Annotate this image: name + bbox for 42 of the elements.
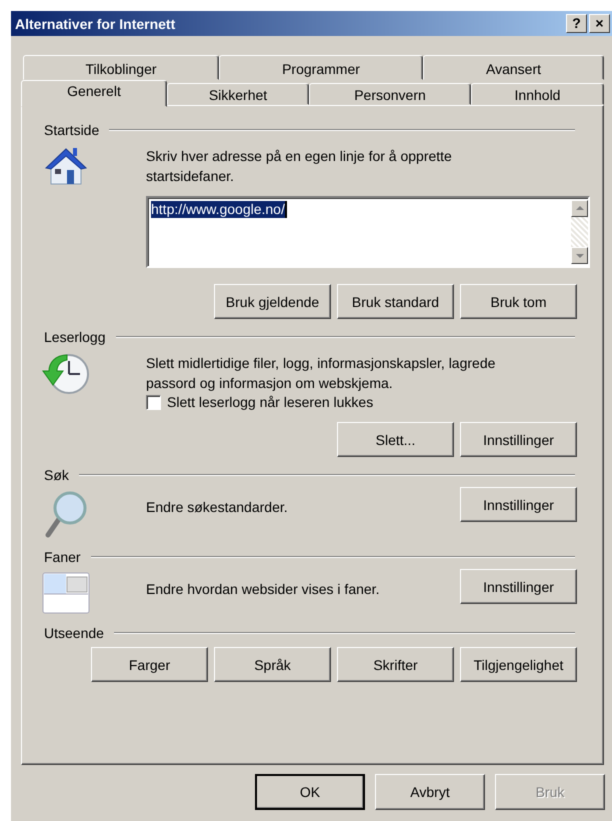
checkbox-label: Slett leserlogg når leseren lukkes: [167, 394, 374, 410]
section-title: Leserlogg: [44, 329, 106, 345]
tab[interactable]: Programmer: [219, 55, 423, 80]
tab[interactable]: Avansert: [423, 55, 604, 80]
button[interactable]: Skrifter: [337, 647, 454, 682]
section-title: Startside: [44, 122, 100, 138]
button[interactable]: Språk: [214, 647, 331, 682]
description: Slett midlertidige filer, logg, informasjonskapsler, lagrede passord og informasjon om webskjema.: [146, 354, 496, 393]
button[interactable]: Farger: [91, 647, 208, 682]
address-field[interactable]: http://www.google.no/: [146, 196, 590, 268]
tab[interactable]: Generelt: [21, 80, 167, 107]
button[interactable]: Innstillinger: [460, 422, 577, 457]
checkbox[interactable]: [146, 394, 161, 410]
description: Skriv hver adresse på en egen linje for å opprette startsidefaner.: [146, 147, 453, 186]
button[interactable]: Tilgjengelighet: [460, 647, 577, 682]
button[interactable]: Innstillinger: [460, 569, 577, 604]
scroll-down-button[interactable]: [571, 247, 588, 264]
description: Endre søkestandarder.: [146, 498, 289, 517]
magnifier-icon: [43, 489, 89, 539]
tab-window-icon: [41, 571, 91, 615]
scrollbar[interactable]: [571, 200, 588, 264]
tab[interactable]: Innhold: [471, 83, 604, 105]
button[interactable]: Bruk gjeldende: [214, 284, 331, 319]
tab[interactable]: Sikkerhet: [167, 83, 309, 105]
tab[interactable]: Tilkoblinger: [23, 55, 219, 80]
help-button[interactable]: ?: [566, 14, 587, 33]
clock-icon: [41, 351, 91, 397]
field-text: http://www.google.no/: [151, 201, 285, 218]
button[interactable]: Slett...: [337, 422, 454, 457]
button[interactable]: Avbryt: [375, 774, 485, 810]
window-title: Alternativer for Internett: [15, 16, 176, 32]
scroll-up-button[interactable]: [571, 200, 588, 217]
button[interactable]: Innstillinger: [460, 487, 577, 522]
section-title: Faner: [44, 549, 81, 565]
close-button[interactable]: ×: [589, 14, 610, 33]
section-title: Søk: [44, 467, 69, 483]
button[interactable]: Bruk standard: [337, 284, 454, 319]
section-title: Utseende: [44, 625, 104, 641]
tab[interactable]: Personvern: [309, 83, 471, 105]
button[interactable]: OK: [255, 774, 365, 810]
button[interactable]: Bruk tom: [460, 284, 577, 319]
description: Endre hvordan websider vises i faner.: [146, 580, 380, 599]
